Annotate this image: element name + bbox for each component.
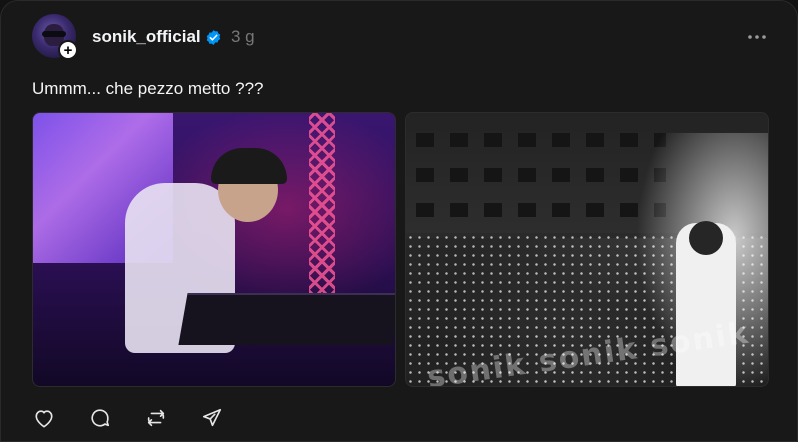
verified-badge-icon — [205, 29, 222, 46]
post-card: + sonik_official 3 g Ummm... che pezzo m… — [0, 0, 798, 442]
like-button[interactable] — [32, 406, 56, 430]
building-windows — [416, 133, 666, 147]
username[interactable]: sonik_official — [92, 27, 201, 47]
share-icon — [201, 407, 223, 429]
post-timestamp: 3 g — [231, 27, 255, 46]
heart-icon — [33, 408, 55, 428]
comment-button[interactable] — [88, 406, 112, 430]
share-button[interactable] — [200, 406, 224, 430]
avatar-glasses — [42, 31, 66, 37]
post-actions — [32, 405, 224, 431]
dj-deck — [178, 293, 395, 345]
repost-button[interactable] — [144, 406, 168, 430]
comment-icon — [89, 407, 111, 429]
performer-head — [689, 221, 723, 255]
building-windows — [416, 168, 666, 182]
more-options-icon[interactable] — [745, 25, 769, 49]
repost-icon — [145, 407, 167, 429]
photo-dj[interactable] — [32, 112, 396, 387]
stage-truss — [309, 113, 335, 293]
follow-plus-icon[interactable]: + — [58, 40, 78, 60]
post-text: Ummm... che pezzo metto ??? — [32, 79, 264, 98]
building-windows — [416, 203, 666, 217]
dj-cap — [211, 148, 287, 184]
photo-concert[interactable]: sonik sonik sonik — [405, 112, 769, 387]
